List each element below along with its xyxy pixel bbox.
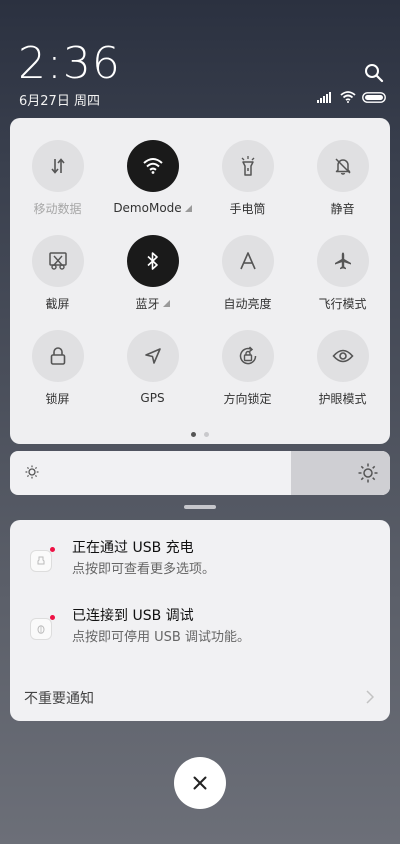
brightness-high-icon xyxy=(358,463,378,483)
brightness-low-icon xyxy=(25,465,39,479)
wifi-icon xyxy=(340,91,356,103)
toggle-bluetooth-button[interactable] xyxy=(126,235,179,287)
toggle-airplane[interactable]: 飞行模式 xyxy=(295,235,390,312)
usb-charge-icon xyxy=(30,547,55,572)
red-dot-icon xyxy=(50,615,55,620)
toggle-bluetooth[interactable]: 蓝牙 xyxy=(105,235,200,312)
notification-title: 已连接到 USB 调试 xyxy=(72,608,194,624)
toggle-lock-screen[interactable]: 锁屏 xyxy=(10,330,105,407)
toggle-screenshot[interactable]: 截屏 xyxy=(10,235,105,312)
notification-text: 正在通过 USB 充电 点按即可查看更多选项。 xyxy=(72,538,215,580)
toggle-label: 自动亮度 xyxy=(223,296,272,311)
brightness-slider[interactable] xyxy=(10,451,390,495)
toggle-eye-care-button[interactable] xyxy=(316,330,369,382)
wifi-icon xyxy=(142,158,163,174)
toggle-label: 飞行模式 xyxy=(318,296,367,311)
toggle-mute[interactable]: 静音 xyxy=(295,140,390,217)
toggle-wifi[interactable]: DemoMode xyxy=(105,140,200,217)
expand-triangle-icon xyxy=(184,204,192,212)
notification-title: 正在通过 USB 充电 xyxy=(72,540,194,556)
toggle-label: 移动数据 xyxy=(33,201,82,216)
signal-icon xyxy=(317,91,331,103)
quick-settings-panel: 移动数据 DemoMode 手电筒 静音 截屏 蓝牙 自动亮度 飞行模式 锁屏 … xyxy=(10,118,390,444)
usb-glyph-icon xyxy=(37,556,45,565)
expand-triangle-icon xyxy=(162,299,170,307)
toggle-airplane-button[interactable] xyxy=(316,235,369,287)
bluetooth-icon xyxy=(146,252,158,270)
clear-all-button[interactable] xyxy=(174,757,226,809)
eye-icon xyxy=(331,349,354,363)
status-bar xyxy=(317,91,386,103)
screenshot-icon xyxy=(48,252,67,270)
red-dot-icon xyxy=(50,547,55,552)
drag-handle[interactable] xyxy=(184,505,216,509)
usb-debug-icon xyxy=(30,615,55,640)
toggle-mobile-data-button[interactable] xyxy=(31,140,84,192)
toggle-auto-brightness-button[interactable] xyxy=(221,235,274,287)
toggle-rotation-lock-button[interactable] xyxy=(221,330,274,382)
toggle-screenshot-button[interactable] xyxy=(31,235,84,287)
toggle-flashlight[interactable]: 手电筒 xyxy=(200,140,295,217)
toggle-label: DemoMode xyxy=(113,201,182,215)
notification-usb-charging[interactable]: 正在通过 USB 充电 点按即可查看更多选项。 xyxy=(30,538,370,580)
toggle-gps-button[interactable] xyxy=(126,330,179,382)
toggle-rotation-lock[interactable]: 方向锁定 xyxy=(200,330,295,407)
notification-subtitle: 点按即可查看更多选项。 xyxy=(72,562,216,577)
notification-subtitle: 点按即可停用 USB 调试功能。 xyxy=(72,630,250,645)
battery-icon xyxy=(362,91,386,103)
flashlight-icon xyxy=(241,156,254,176)
toggle-label: 手电筒 xyxy=(229,201,266,216)
toggle-gps[interactable]: GPS xyxy=(105,330,200,407)
toggle-lock-screen-button[interactable] xyxy=(31,330,84,382)
toggle-label: 护眼模式 xyxy=(318,391,367,406)
unimportant-notifications-label[interactable]: 不重要通知 xyxy=(24,688,94,708)
close-icon xyxy=(193,776,207,790)
clock-date: 6月27日 周四 xyxy=(19,94,100,109)
gps-icon xyxy=(144,348,161,364)
mobile-data-icon xyxy=(50,158,65,174)
clock-time: 2:36 xyxy=(18,38,121,89)
bug-glyph-icon xyxy=(37,625,45,634)
toggle-label: GPS xyxy=(140,391,165,405)
chevron-right-icon[interactable] xyxy=(366,690,374,704)
toggle-label-row: 蓝牙 xyxy=(135,294,170,312)
notification-text: 已连接到 USB 调试 点按即可停用 USB 调试功能。 xyxy=(72,606,250,648)
toggle-label: 截屏 xyxy=(45,296,70,311)
toggle-auto-brightness[interactable]: 自动亮度 xyxy=(200,235,295,312)
auto-brightness-icon xyxy=(239,252,256,270)
toggle-mobile-data[interactable]: 移动数据 xyxy=(10,140,105,217)
toggle-label: 静音 xyxy=(330,201,355,216)
page-dot[interactable] xyxy=(204,432,209,437)
toggle-grid: 移动数据 DemoMode 手电筒 静音 截屏 蓝牙 自动亮度 飞行模式 锁屏 … xyxy=(10,140,390,407)
mute-icon xyxy=(334,158,351,175)
toggle-eye-care[interactable]: 护眼模式 xyxy=(295,330,390,407)
notification-usb-debug[interactable]: 已连接到 USB 调试 点按即可停用 USB 调试功能。 xyxy=(30,606,370,648)
toggle-label: 锁屏 xyxy=(45,391,70,406)
page-indicator xyxy=(10,432,390,437)
toggle-label: 蓝牙 xyxy=(135,296,160,311)
notification-panel: 正在通过 USB 充电 点按即可查看更多选项。 已连接到 USB 调试 点按即可… xyxy=(10,520,390,721)
search-icon[interactable] xyxy=(364,63,384,83)
page-dot-active[interactable] xyxy=(191,432,196,437)
lock-icon xyxy=(50,347,65,365)
toggle-label: 方向锁定 xyxy=(223,391,272,406)
toggle-wifi-button[interactable] xyxy=(126,140,179,192)
toggle-label-row: DemoMode xyxy=(113,199,192,217)
toggle-mute-button[interactable] xyxy=(316,140,369,192)
airplane-icon xyxy=(334,252,351,270)
toggle-flashlight-button[interactable] xyxy=(221,140,274,192)
rotation-lock-icon xyxy=(239,346,256,365)
